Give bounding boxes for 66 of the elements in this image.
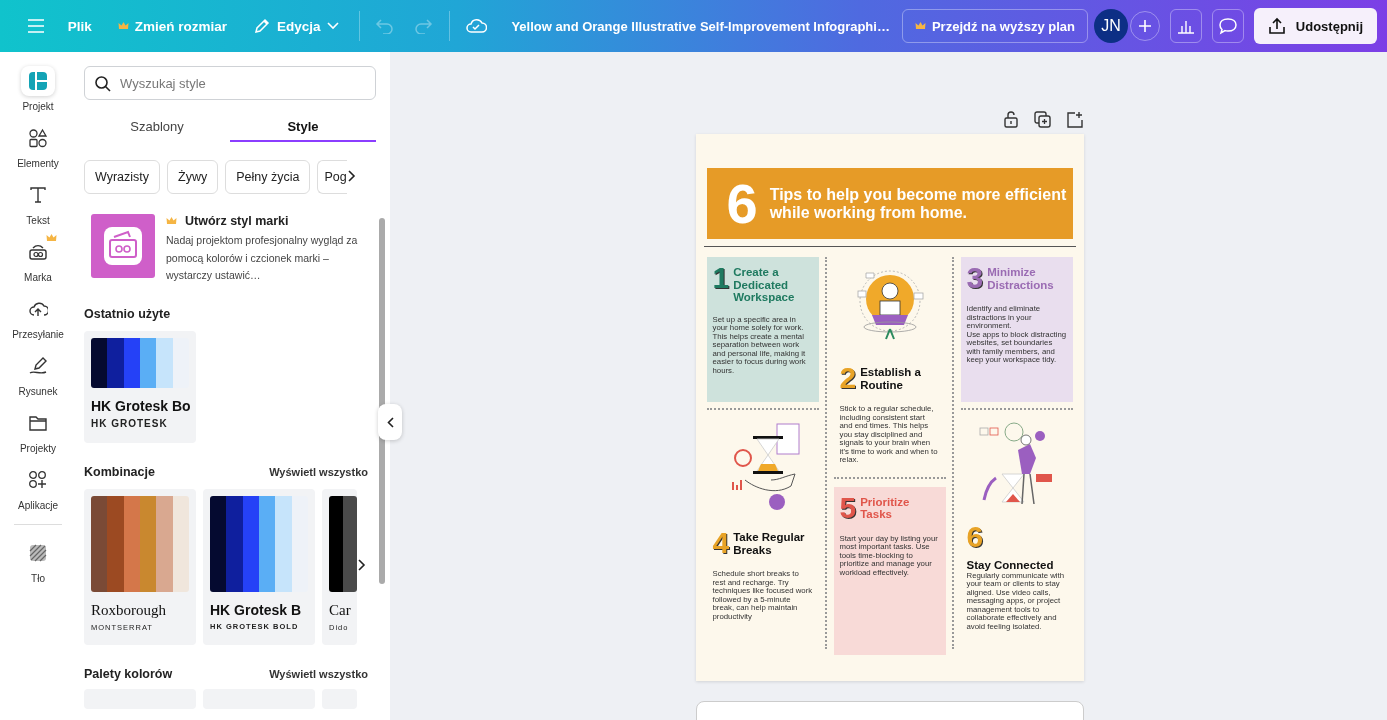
style-card[interactable]: HK Grotesk Bo HK GROTESK — [84, 330, 196, 443]
chart-icon[interactable] — [1169, 9, 1202, 43]
sidebar-item[interactable]: Tło — [2, 538, 74, 584]
tip-title: Stay Connected — [966, 559, 1054, 572]
sidebar-item[interactable]: Rysunek — [2, 351, 74, 397]
tip-number: 1 — [712, 263, 730, 293]
comment-icon[interactable] — [1211, 9, 1244, 43]
document-title[interactable]: Yellow and Orange Illustrative Self-Improvement Infographi… — [511, 18, 890, 34]
upload-icon — [1267, 17, 1286, 35]
filter-chip[interactable]: Pełny życia — [225, 160, 311, 194]
pencil-icon — [253, 17, 271, 35]
sidebar-item[interactable]: Marka — [2, 237, 74, 283]
crown-icon — [166, 216, 177, 226]
search-field[interactable]: Wyszukaj style — [84, 66, 376, 100]
text-icon — [29, 186, 47, 204]
lock-icon[interactable] — [1001, 110, 1020, 128]
user-avatar[interactable]: JN — [1093, 9, 1128, 43]
upgrade-button[interactable]: Przejdź na wyższy plan — [901, 9, 1088, 43]
sidebar-item[interactable]: Przesyłanie — [2, 294, 74, 340]
infographic-title: Tips to help you become more efficient while working from home. — [769, 185, 1068, 222]
tip-title: Create a Dedicated Workspace — [733, 266, 796, 304]
crown-icon — [914, 21, 926, 31]
tip-number: 2 — [839, 363, 857, 393]
tip-title: Establish a Routine — [860, 366, 922, 391]
duplicate-icon[interactable] — [1033, 110, 1052, 128]
crown-icon — [117, 21, 129, 31]
tip-title: Prioritize Tasks — [860, 495, 911, 521]
brand-style-title[interactable]: Utwórz styl marki — [185, 214, 289, 228]
chevron-left-icon — [386, 416, 394, 428]
filter-chip[interactable]: Wyrazisty — [84, 160, 161, 194]
section-heading: Kombinacje — [84, 464, 155, 479]
pen-icon — [28, 356, 48, 376]
filter-chip[interactable]: Pog — [317, 160, 347, 194]
sidebar-item[interactable]: Projekty — [2, 408, 74, 454]
title-number: 6 — [726, 175, 758, 232]
tip-title: Take Regular Breaks — [733, 531, 806, 556]
folder-icon — [28, 414, 48, 432]
tab[interactable]: Szablony — [84, 112, 230, 142]
hatched-square-icon — [29, 544, 47, 562]
tip-number: 4 — [712, 528, 730, 558]
section-heading: Ostatnio użyte — [84, 306, 171, 321]
view-all-link[interactable]: Wyświetl wszystko — [269, 667, 368, 680]
sidebar-item[interactable]: Tekst — [2, 180, 74, 226]
sidebar-item[interactable]: Projekt — [2, 66, 74, 112]
tab[interactable]: Style — [230, 112, 376, 142]
brand-kit-icon[interactable] — [91, 214, 155, 278]
filter-chip[interactable]: Żywy — [167, 160, 219, 194]
add-page-icon[interactable] — [1065, 110, 1084, 128]
infographic-page[interactable] — [695, 134, 1084, 681]
shapes-icon — [28, 128, 48, 148]
share-button[interactable]: Udostępnij — [1253, 8, 1377, 44]
section-heading: Palety kolorów — [84, 666, 173, 681]
view-all-link[interactable]: Wyświetl wszystko — [269, 465, 368, 478]
apps-icon — [28, 470, 48, 490]
chevron-down-icon — [326, 22, 339, 30]
sidebar-item[interactable]: Aplikacje — [2, 465, 74, 511]
tip-number: 3 — [966, 263, 984, 293]
layout-icon — [28, 71, 48, 91]
tip-title: Minimize Distractions — [987, 266, 1055, 291]
sidebar-item[interactable]: Elementy — [2, 123, 74, 169]
cloud-upload-icon — [28, 300, 48, 318]
collapse-panel-button[interactable] — [378, 404, 402, 440]
tip-number: 6 — [966, 522, 984, 552]
tip-number: 5 — [839, 492, 857, 523]
brand-kit-icon — [28, 243, 48, 261]
brand-style-description: Nadaj projektom profesjonalny wygląd za pomocą kolorów i czcionek marki – wystarczy ustawić… — [166, 233, 359, 283]
